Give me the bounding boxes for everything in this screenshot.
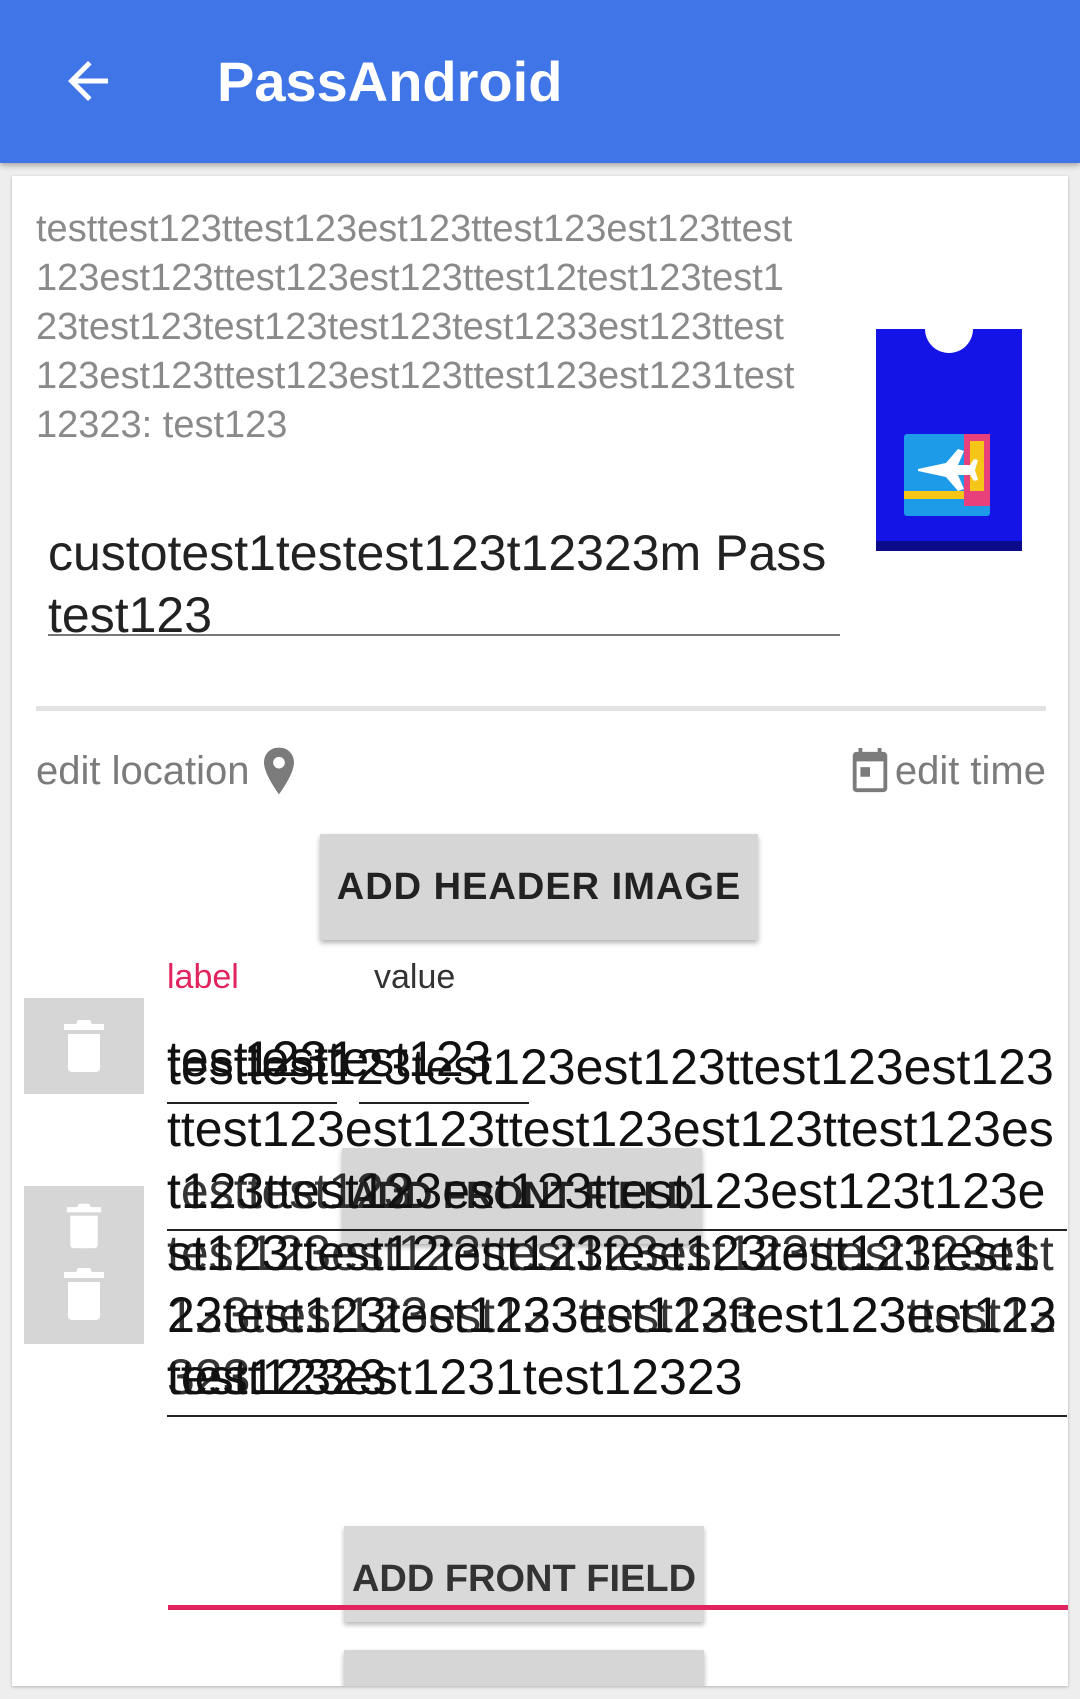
label-column-header: label [167,958,239,996]
divider [36,706,1046,711]
back-button[interactable] [50,44,140,119]
app-title: PassAndroid [217,50,563,113]
add-header-image-button[interactable]: ADD HEADER IMAGE [320,834,758,940]
pass-edit-card: testtest123ttest123est123ttest123est123t… [12,176,1068,1686]
map-pin-icon [264,747,295,795]
editing-field-value-input[interactable]: testtest123test123est123ttest123est123tt… [167,1036,1067,1606]
trash-icon [66,1203,102,1249]
boarding-pass-icon[interactable] [876,305,1022,551]
arrow-left-icon [68,61,108,101]
trash-icon [64,1020,104,1072]
delete-field-button[interactable] [24,1186,144,1344]
partial-button[interactable] [344,1650,704,1686]
pass-title-text: custotest1testest123t12323m Passtest123 [48,525,827,643]
delete-field-button[interactable] [24,998,144,1094]
trash-icon [64,1268,104,1320]
calendar-icon [852,748,888,793]
active-input-underline [168,1605,1068,1610]
pass-title-input[interactable]: custotest1testest123t12323m Passtest123 [48,522,840,643]
value-column-header: value [374,958,456,996]
edit-time-button[interactable]: edit time [847,736,1046,806]
edit-location-button[interactable]: edit location [36,736,299,806]
app-bar: PassAndroid [0,0,1080,163]
edit-time-label: edit time [894,748,1046,793]
pass-description: testtest123ttest123est123ttest123est123t… [36,208,795,446]
edit-location-label: edit location [36,748,250,793]
